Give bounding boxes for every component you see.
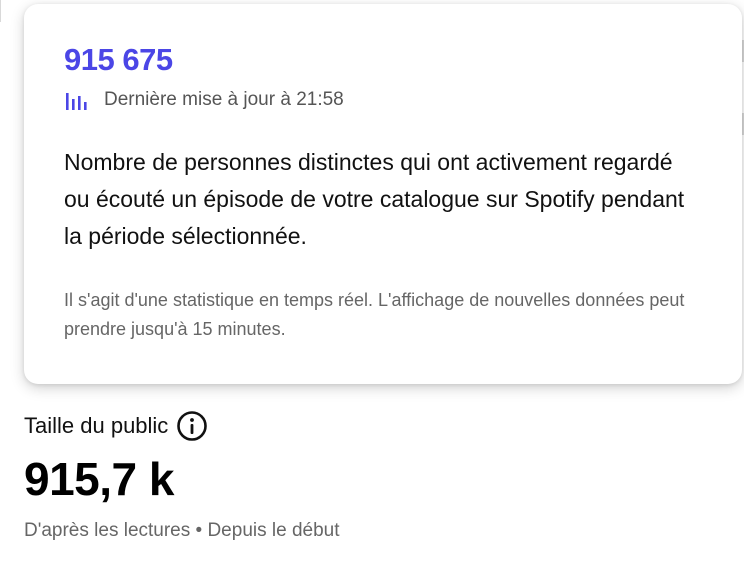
realtime-note: Il s'agit d'une statistique en temps rée…: [64, 290, 685, 339]
metric-subtitle: D'après les lectures • Depuis le début: [24, 520, 340, 541]
background-divider: [0, 0, 1, 22]
tooltip-exact-value: 915 675: [64, 42, 173, 77]
last-updated-text: Dernière mise à jour à 21:58: [104, 89, 344, 110]
metric-header: Taille du public: [24, 410, 208, 442]
info-icon[interactable]: [176, 410, 208, 442]
metric-label: Taille du public: [24, 413, 169, 438]
metric-description: Nombre de personnes distinctes qui ont a…: [64, 149, 685, 249]
bar-chart-icon: [64, 88, 88, 112]
metric-value: 915,7 k: [24, 453, 174, 505]
last-updated-row: Dernière mise à jour à 21:58: [64, 88, 344, 112]
metric-tooltip: 915 675 Dernière mise à jour à 21:58 Nom…: [24, 4, 742, 384]
